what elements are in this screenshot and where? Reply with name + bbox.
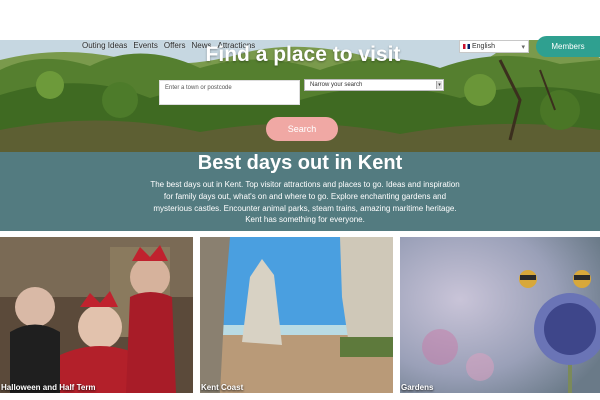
intro-text: The best days out in Kent. Top visitor a… [150,180,460,225]
card-label: Gardens [401,383,434,392]
card-halloween[interactable]: Halloween and Half Term [0,237,193,393]
hero-title: Find a place to visit [205,43,401,66]
card-gardens[interactable]: Gardens [400,237,600,393]
town-search-input[interactable]: Enter a town or postcode [159,80,300,105]
narrow-search-label: Narrow your search [310,82,363,88]
intro-title: Best days out in Kent [197,152,403,174]
card-label: Kent Coast [201,383,244,392]
halloween-photo [0,237,193,393]
gardens-photo [400,237,600,393]
chevron-down-icon: ▾ [436,81,442,89]
search-button[interactable]: Search [266,117,338,141]
narrow-search-select[interactable]: Narrow your search ▾ [304,79,444,91]
coast-photo [200,237,393,393]
card-kent-coast[interactable]: Kent Coast [200,237,393,393]
card-label: Halloween and Half Term [1,383,96,392]
page: Outing Ideas Events Offers News Attracti… [0,0,600,400]
